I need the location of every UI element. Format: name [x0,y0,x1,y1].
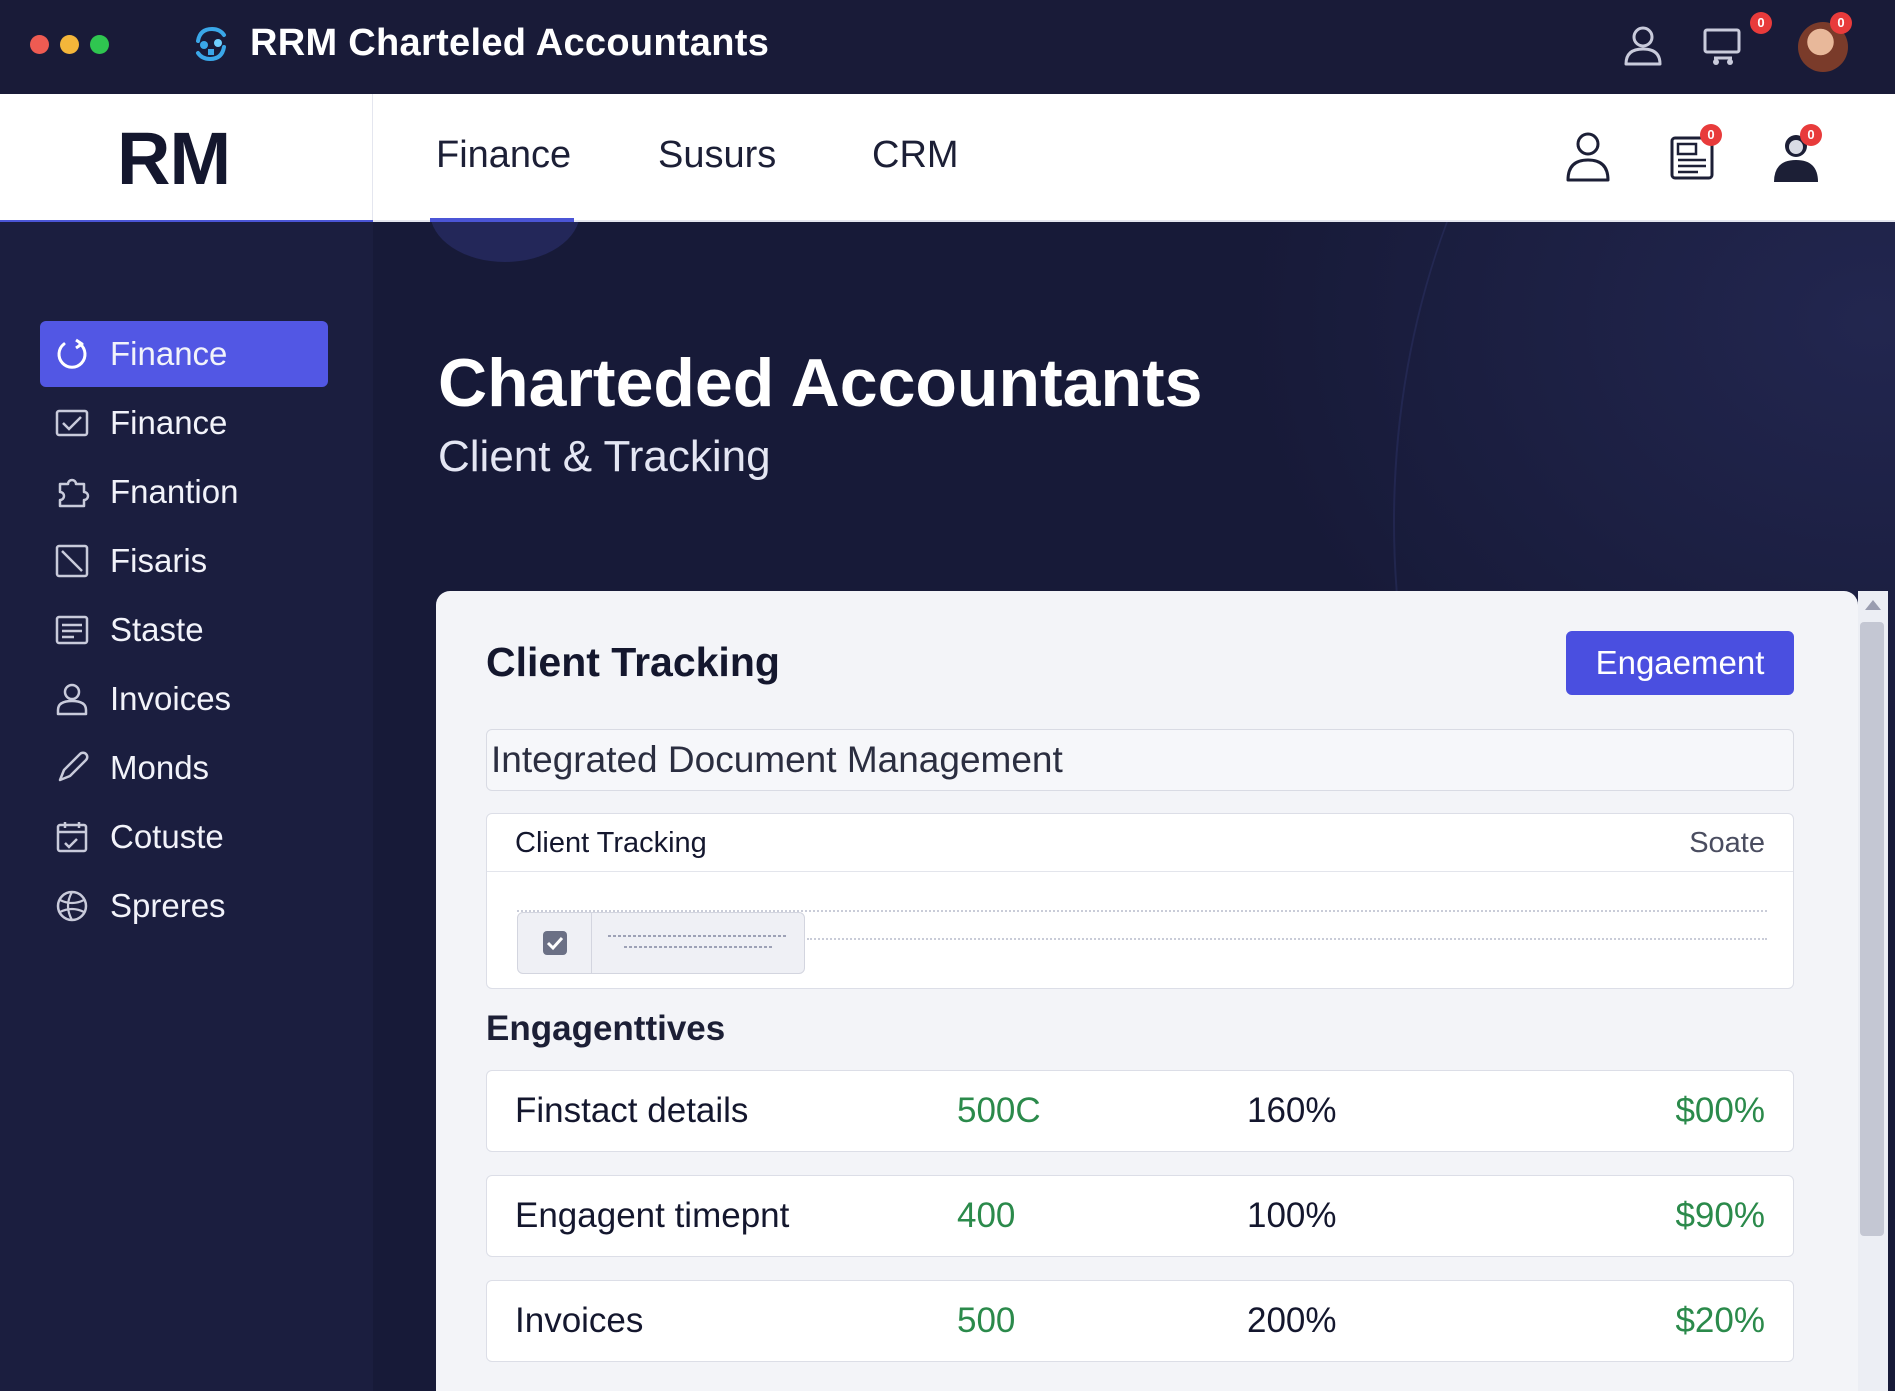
tab-crm[interactable]: CRM [872,134,959,177]
sidebar-item-label: Invoices [110,680,232,717]
engagement-button[interactable]: Engaement [1566,631,1794,695]
main-navbar: RM Finance Susurs CRM 0 0 [0,94,1895,224]
row-name: Finstact details [515,1091,749,1130]
tab-susurs[interactable]: Susurs [658,134,776,177]
row-percent: 200% [1247,1301,1337,1340]
row-percent: 160% [1247,1091,1337,1130]
scroll-up-arrow-icon[interactable] [1865,600,1881,610]
brand-area: RM [0,94,373,224]
maximize-window-button[interactable] [90,35,109,54]
sidebar-item-label: Monds [110,749,210,786]
profile-icon[interactable] [1560,128,1616,184]
document-chip[interactable] [517,912,805,974]
tracking-status[interactable]: Soate [1689,827,1765,860]
row-value: 400 [957,1196,1016,1235]
progress-dotted-line [807,938,1767,940]
tab-finance[interactable]: Finance [436,134,571,177]
row-percent: 100% [1247,1196,1337,1235]
row-value: 500C [957,1091,1041,1130]
section-title: Engagenttives [486,1009,726,1048]
sidebar-item-label: Staste [110,611,204,648]
row-amount: $00% [1675,1091,1765,1130]
chip-checkbox[interactable] [518,913,592,973]
brand-logo[interactable]: RM [117,122,231,196]
minimize-window-button[interactable] [60,35,79,54]
account-icon[interactable] [1620,22,1666,68]
row-amount: $20% [1675,1301,1765,1340]
row-amount: $90% [1675,1196,1765,1235]
puzzle-icon [58,478,90,508]
window-titlebar: RRM Charteled Accountants 0 0 [0,0,1895,94]
page-title: Charteded Accountants [438,345,1203,421]
user-icon [56,683,88,716]
document-search-input[interactable] [486,729,1794,791]
client-tracking-card: Client Tracking Engaement Client Trackin… [436,591,1858,1391]
sidebar-item-label: Spreres [110,887,226,924]
list-box-icon [55,615,89,645]
app-logo-icon [196,26,226,62]
cart-badge: 0 [1750,12,1772,34]
table-row[interactable]: Invoices 500 200% $20% [486,1280,1794,1362]
page-subtitle: Client & Tracking [438,432,771,481]
sidebar: Finance Finance Fnantion Fisaris Staste … [0,222,373,1391]
pencil-icon [58,751,89,782]
profile-badge: 0 [1800,124,1822,146]
sidebar-item-invoices[interactable]: Invoices [40,666,328,732]
documents-badge: 0 [1700,124,1722,146]
globe-icon [56,890,88,922]
tracking-panel-header: Client Tracking Soate [487,814,1793,872]
sidebar-item-cotuste[interactable]: Cotuste [40,804,328,870]
sidebar-item-label: Finance [110,335,228,372]
window-title: RRM Charteled Accountants [250,22,770,64]
redacted-text-placeholder [608,935,786,948]
sidebar-item-spreres[interactable]: Spreres [40,873,328,939]
mail-check-icon [55,409,89,437]
calendar-icon [56,822,88,853]
chart-box-icon [55,544,89,578]
decorative-arc [430,222,580,262]
tracking-panel-title: Client Tracking [515,827,707,859]
sidebar-item-label: Cotuste [110,818,224,855]
sidebar-item-finance[interactable]: Finance [40,390,328,456]
avatar-badge: 0 [1830,12,1852,34]
sidebar-item-label: Fnantion [110,473,239,510]
sidebar-item-label: Fisaris [110,542,208,579]
scrollbar-thumb[interactable] [1860,622,1884,1236]
cart-icon[interactable] [1700,22,1746,68]
sidebar-item-fisaris[interactable]: Fisaris [40,528,328,594]
checkbox-checked-icon [542,931,567,955]
tracking-panel: Client Tracking Soate [486,813,1794,989]
sidebar-item-staste[interactable]: Staste [40,597,328,663]
sidebar-item-fnantion[interactable]: Fnantion [40,459,328,525]
close-window-button[interactable] [30,35,49,54]
sidebar-item-monds[interactable]: Monds [40,735,328,801]
table-row[interactable]: Finstact details 500C 160% $00% [486,1070,1794,1152]
table-row[interactable]: Engagent timepnt 400 100% $90% [486,1175,1794,1257]
card-title: Client Tracking [486,639,780,685]
sidebar-item-finance-active[interactable]: Finance [40,321,328,387]
row-name: Engagent timepnt [515,1196,790,1235]
finance-icon [57,338,87,369]
row-value: 500 [957,1301,1016,1340]
row-name: Invoices [515,1301,644,1340]
sidebar-item-label: Finance [110,404,228,441]
